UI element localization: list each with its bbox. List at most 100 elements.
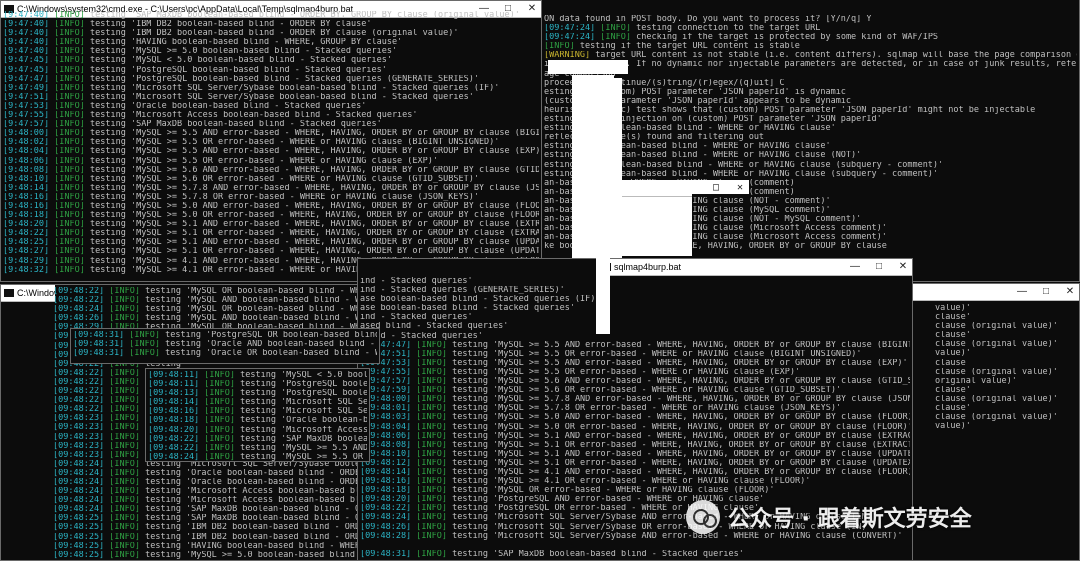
log-timestamp: [09:48:22] <box>360 504 417 514</box>
log-timestamp: [9:47:53] <box>3 101 55 111</box>
log-line: [9:47:40] [INFO] testing 'IBM DB2 boolea… <box>3 29 539 38</box>
log-line: [09:47:57] [INFO] testing 'MySQL >= 5.6 … <box>360 377 910 386</box>
log-level: [INFO] <box>54 101 91 111</box>
minimize-button[interactable]: — <box>850 259 860 275</box>
close-button[interactable]: ✕ <box>735 182 745 193</box>
maximize-button[interactable]: □ <box>1041 284 1051 300</box>
log-level: [INFO] <box>54 92 91 102</box>
log-line: clause (original value)' <box>935 368 1077 377</box>
log-level: [INFO] <box>416 404 453 414</box>
log-line: [9:48:25] [INFO] testing 'MySQL >= 5.1 A… <box>3 238 539 247</box>
terminal-window-1[interactable]: C:\Windows\system32\cmd.exe - C:\Users\p… <box>0 0 542 282</box>
log-message: testing 'MySQL >= 5.5 AND error-based - … <box>90 129 539 139</box>
log-message: testing 'MySQL >= 5.6 AND error-based - … <box>90 165 539 175</box>
log-level: [INFO] <box>109 441 146 451</box>
log-line: [09:48:12] [INFO] testing 'MySQL >= 5.1 … <box>360 459 910 468</box>
log-line: clause' <box>935 386 1077 395</box>
log-level: [INFO] <box>416 440 453 450</box>
terminal-window-9[interactable]: □ ✕ <box>645 180 749 194</box>
log-timestamp: [09:48:11] <box>148 380 205 390</box>
log-message: testing 'Microsoft SQL Server/Sybase boo… <box>90 92 474 102</box>
log-timestamp: [9:48:25] <box>3 238 55 248</box>
log-level: [INFO] <box>600 24 637 34</box>
terminal-output[interactable]: [09:48:11] [INFO] testing 'MySQL < 5.0 b… <box>148 371 367 461</box>
log-level: [INFO] <box>54 247 91 257</box>
log-level: [INFO] <box>600 33 637 43</box>
log-message: testing 'PostgreSQL boolean-based blind … <box>90 65 387 75</box>
log-message: clause (original value)' <box>935 322 1058 332</box>
log-line: clause (original value)' <box>935 322 1077 331</box>
log-message: value)' <box>935 422 971 432</box>
window-titlebar[interactable]: — □ ✕ <box>909 284 1079 301</box>
log-line: [9:48:22] [INFO] testing 'MySQL >= 5.1 O… <box>3 229 539 238</box>
log-level: [INFO] <box>109 496 146 506</box>
log-level: [INFO] <box>109 514 146 524</box>
log-level: [INFO] <box>109 305 146 315</box>
log-level: [INFO] <box>109 396 146 406</box>
log-line: [09:47:55] [INFO] testing 'MySQL >= 5.5 … <box>360 368 910 377</box>
terminal-output[interactable]: [9:47:40] [INFO] testing 'SAP MaxDB bool… <box>3 11 539 281</box>
log-level: [INFO] <box>416 413 453 423</box>
log-timestamp: [09:48:24] <box>53 468 110 478</box>
log-level: [INFO] <box>416 367 453 377</box>
log-level: [INFO] <box>129 349 166 359</box>
log-line: [09:48:22] [INFO] testing 'MySQL >= 5.5 … <box>148 444 367 453</box>
log-timestamp: [09:48:24] <box>53 477 110 487</box>
log-message: testing 'PostgreSQL boolean-based blind … <box>90 74 479 84</box>
log-level: [INFO] <box>109 505 146 515</box>
close-button[interactable]: ✕ <box>898 259 908 275</box>
log-level: [INFO] <box>109 423 146 433</box>
log-line: [09:48:14] [INFO] testing 'Microsoft SQL… <box>148 398 367 407</box>
log-level: [INFO] <box>416 386 453 396</box>
log-line: value)' <box>935 304 1077 313</box>
log-line: [9:48:18] [INFO] testing 'MySQL >= 5.0 O… <box>3 211 539 220</box>
log-message: ase boolean-based blind - Stacked querie… <box>360 295 601 305</box>
log-timestamp: [09:48:25] <box>53 550 110 560</box>
log-message: testing 'MySQL >= 5.1 OR error-based - W… <box>90 229 539 239</box>
maximize-button[interactable]: □ <box>711 182 721 193</box>
log-timestamp: [09:48:18] <box>148 416 205 426</box>
terminal-window-4[interactable]: [09:48:31] [INFO] testing 'PostgreSQL OR… <box>70 328 380 364</box>
terminal-window-fragment-d[interactable] <box>596 258 610 334</box>
log-level: [INFO] <box>109 296 146 306</box>
log-line: [09:48:31] [INFO] testing 'Oracle AND bo… <box>73 340 377 349</box>
log-message: value)' <box>935 349 971 359</box>
log-level: [INFO] <box>204 416 241 426</box>
window-titlebar[interactable]: sqlmap4burp.bat — □ ✕ <box>598 259 912 276</box>
log-message: testing 'MySQL >= 5.5 AND error-based - … <box>90 147 539 157</box>
log-level: [INFO] <box>416 422 453 432</box>
log-level: [INFO] <box>544 42 580 52</box>
log-line: [09:48:31] [INFO] testing 'Oracle OR boo… <box>73 349 377 358</box>
log-timestamp: [9:48:22] <box>3 229 55 239</box>
close-button[interactable]: ✕ <box>1065 284 1075 300</box>
log-line: [9:48:27] [INFO] testing 'MySQL >= 5.1 O… <box>3 247 539 256</box>
window-titlebar[interactable]: C:\Windows <box>1 285 55 302</box>
log-line: clause (original value)' <box>935 413 1077 422</box>
terminal-window-5[interactable]: [09:48:11] [INFO] testing 'MySQL < 5.0 b… <box>145 368 370 462</box>
log-level: [INFO] <box>416 486 453 496</box>
log-timestamp: [09:48:11] <box>148 371 205 380</box>
terminal-window-fragment-a[interactable] <box>548 60 628 74</box>
log-message: testing 'MySQL >= 5.6 AND error-based - … <box>452 377 910 387</box>
log-line: ased blind - Stacked queries' <box>360 322 910 331</box>
log-level: [INFO] <box>54 111 91 121</box>
minimize-button[interactable]: — <box>1017 284 1027 300</box>
log-line: [09:48:16] [INFO] testing 'Microsoft SQL… <box>148 407 367 416</box>
log-line: esting 'AND boolean-based blind - WHERE … <box>544 124 1077 133</box>
log-level: [INFO] <box>416 549 453 559</box>
log-message: testing connection to the target URL <box>636 24 821 34</box>
log-line: [9:47:53] [INFO] testing 'Oracle boolean… <box>3 102 539 111</box>
maximize-button[interactable]: □ <box>874 259 884 275</box>
log-timestamp: [9:47:49] <box>3 83 55 93</box>
log-timestamp: [09:48:24] <box>53 487 110 497</box>
log-message: ind - Stacked queries (GENERATE_SERIES)' <box>360 286 565 296</box>
log-line: [9:47:40] [INFO] testing 'SAP MaxDB bool… <box>3 11 539 20</box>
log-line: [09:48:11] [INFO] testing 'MySQL < 5.0 b… <box>148 371 367 380</box>
log-line: [9:47:45] [INFO] testing 'PostgreSQL boo… <box>3 66 539 75</box>
terminal-output[interactable]: [09:48:31] [INFO] testing 'PostgreSQL OR… <box>73 331 377 363</box>
log-timestamp: [09:48:22] <box>148 443 205 453</box>
log-timestamp: [09:48:24] <box>360 513 417 523</box>
log-line: [09:48:03] [INFO] testing 'MySQL >= 5.0 … <box>360 413 910 422</box>
log-line: [09:48:31] [INFO] testing 'PostgreSQL OR… <box>73 331 377 340</box>
log-level: [INFO] <box>54 74 91 84</box>
